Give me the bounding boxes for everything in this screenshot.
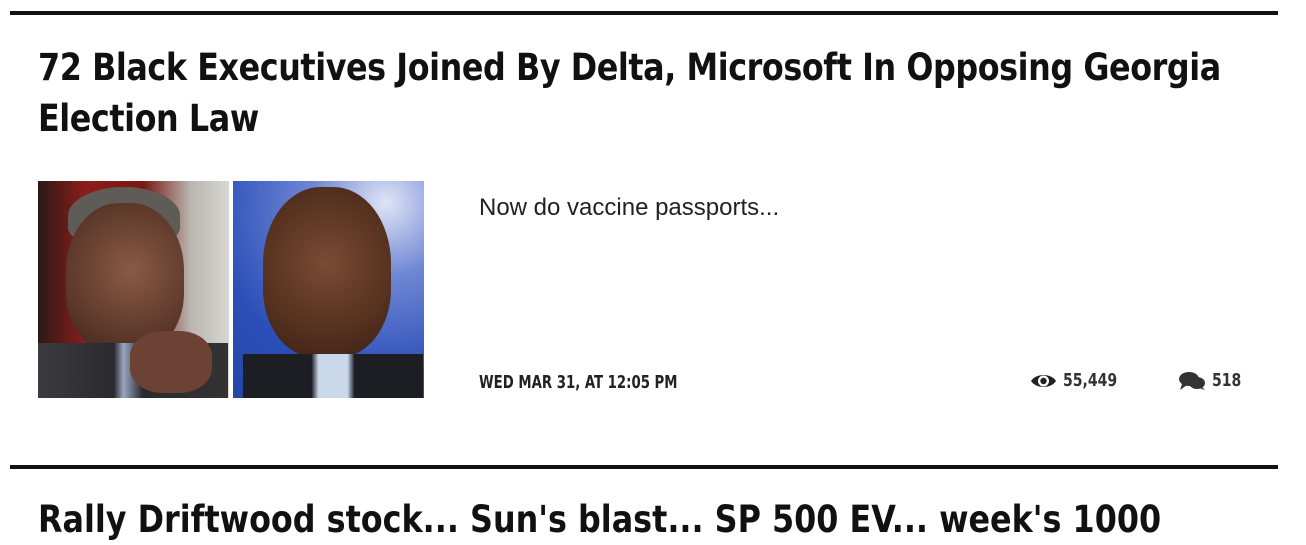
- article-thumbnail[interactable]: [38, 181, 424, 398]
- views-stat: 55,449: [1030, 370, 1132, 391]
- comments-icon: [1178, 371, 1206, 391]
- top-divider: [10, 11, 1278, 15]
- thumbnail-photo-left: [38, 181, 229, 398]
- article-headline[interactable]: 72 Black Executives Joined By Delta, Mic…: [38, 42, 1259, 144]
- article-stats: 55,449 518: [1030, 370, 1250, 391]
- comments-stat[interactable]: 518: [1178, 370, 1250, 391]
- article-summary: Now do vaccine passports...: [479, 194, 780, 221]
- article-card: 72 Black Executives Joined By Delta, Mic…: [38, 42, 1259, 398]
- eye-icon: [1030, 372, 1057, 390]
- views-count: 55,449: [1062, 370, 1118, 391]
- thumbnail-photo-right: [233, 181, 424, 398]
- next-article-headline[interactable]: Rally Driftwood stock... Sun's blast... …: [38, 494, 1161, 545]
- article-date: WED MAR 31, AT 12:05 PM: [479, 372, 678, 393]
- comments-count: 518: [1212, 370, 1242, 391]
- bottom-divider: [10, 465, 1278, 469]
